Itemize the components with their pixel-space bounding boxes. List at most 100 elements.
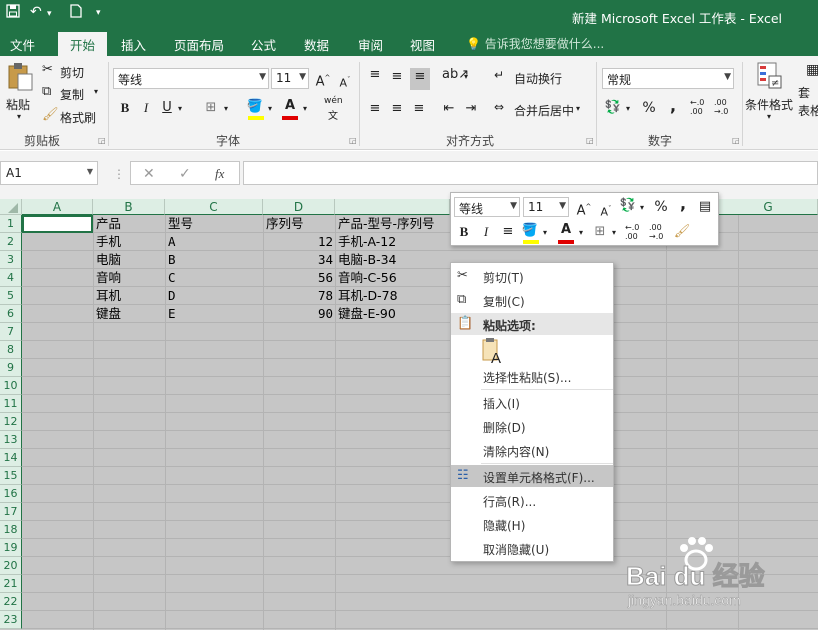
row-header-15[interactable]: 15 (0, 467, 22, 485)
column-header-g[interactable]: G (719, 199, 818, 215)
tab-insert[interactable]: 插入 (121, 35, 146, 54)
mini-grow-font-button[interactable]: A^ (575, 198, 593, 218)
mini-format-table-icon[interactable]: ▤ (696, 198, 714, 216)
name-box[interactable]: A1 ▼ (0, 161, 98, 185)
alignment-launcher-icon[interactable]: ◲ (586, 136, 594, 145)
font-name-combo[interactable]: 等线 ▼ (113, 68, 269, 89)
row-header-1[interactable]: 1 (0, 215, 22, 233)
cell-b2[interactable]: 手机 (96, 233, 121, 251)
mini-decrease-decimal-button[interactable]: .00 →.0 (649, 223, 663, 241)
menu-item-row-height[interactable]: 行高(R)... (451, 489, 613, 511)
menu-item-cut[interactable]: ✂ 剪切(T) (451, 265, 613, 287)
cell-d6[interactable]: 90 (263, 305, 333, 323)
row-header-19[interactable]: 19 (0, 539, 22, 557)
select-all-corner[interactable] (0, 199, 22, 215)
cell-c4[interactable]: C (168, 269, 176, 287)
orientation-dropdown-icon[interactable]: ▾ (464, 72, 468, 81)
cell-e2[interactable]: 手机-A-12 (338, 233, 396, 251)
conditional-format-button[interactable]: ≠ 条件格式 ▾ (745, 62, 795, 126)
merge-center-button[interactable]: ⇔ 合并后居中 ▾ (494, 100, 588, 118)
row-header-13[interactable]: 13 (0, 431, 22, 449)
accounting-dropdown-icon[interactable]: ▾ (626, 104, 630, 113)
orientation-icon[interactable]: ab↗ (442, 66, 469, 84)
mini-comma-button[interactable]: , (674, 195, 692, 213)
mini-font-size-combo[interactable]: 11 ▼ (523, 197, 569, 217)
accounting-format-icon[interactable]: 💱 (604, 99, 622, 117)
cell-c5[interactable]: D (168, 287, 176, 305)
mini-bold-button[interactable]: B (455, 223, 473, 241)
increase-decimal-button[interactable]: ←.0.00 (690, 98, 704, 116)
cell-b1[interactable]: 产品 (96, 215, 121, 233)
mini-align-center-icon[interactable]: ≡ (499, 223, 517, 241)
row-header-17[interactable]: 17 (0, 503, 22, 521)
mini-border-dropdown-icon[interactable]: ▾ (612, 228, 616, 237)
phonetic-button[interactable]: wén (324, 96, 343, 106)
decrease-indent-icon[interactable]: ⇤ (440, 100, 458, 118)
insert-function-icon[interactable]: fx (215, 166, 224, 182)
cut-button[interactable]: ✂ 剪切 (42, 62, 102, 80)
undo-icon[interactable]: ↶ (30, 4, 42, 20)
align-right-icon[interactable]: ≡ (410, 100, 428, 118)
column-header-e[interactable] (335, 199, 450, 215)
row-header-21[interactable]: 21 (0, 575, 22, 593)
table-format-button[interactable]: ▦ 套 表格 (798, 62, 818, 126)
font-color-dropdown-icon[interactable]: ▾ (303, 104, 307, 113)
row-header-10[interactable]: 10 (0, 377, 22, 395)
mini-shrink-font-button[interactable]: Aˇ (597, 200, 615, 219)
decrease-decimal-button[interactable]: .00 →.0 (714, 98, 728, 116)
menu-item-paste-special[interactable]: 选择性粘贴(S)... (451, 365, 613, 387)
cell-c2[interactable]: A (168, 233, 176, 251)
fill-dropdown-icon[interactable]: ▾ (268, 104, 272, 113)
grow-font-button[interactable]: A^ (314, 69, 332, 89)
mini-italic-button[interactable]: I (477, 223, 495, 241)
comma-button[interactable]: , (664, 97, 682, 115)
cell-d5[interactable]: 78 (263, 287, 333, 305)
tell-me-box[interactable]: 💡 告诉我您想要做什么... (466, 35, 604, 52)
align-top-icon[interactable]: ≡ (366, 66, 384, 84)
cell-d3[interactable]: 34 (263, 251, 333, 269)
row-header-7[interactable]: 7 (0, 323, 22, 341)
font-launcher-icon[interactable]: ◲ (349, 136, 357, 145)
mini-font-color-button[interactable]: A (557, 221, 575, 239)
new-file-icon[interactable] (70, 4, 82, 22)
mini-increase-decimal-button[interactable]: ←.0.00 (625, 223, 639, 241)
cell-b5[interactable]: 耳机 (96, 287, 121, 305)
percent-button[interactable]: % (640, 99, 658, 117)
row-header-16[interactable]: 16 (0, 485, 22, 503)
column-header-d[interactable]: D (263, 199, 335, 215)
enter-icon[interactable]: ✓ (179, 166, 191, 182)
menu-item-insert[interactable]: 插入(I) (451, 391, 613, 413)
tab-file[interactable]: 文件 (10, 35, 35, 54)
align-center-icon[interactable]: ≡ (388, 100, 406, 118)
row-header-9[interactable]: 9 (0, 359, 22, 377)
tab-formulas[interactable]: 公式 (251, 35, 276, 54)
row-header-2[interactable]: 2 (0, 233, 22, 251)
number-format-combo[interactable]: 常规 ▼ (602, 68, 734, 89)
align-left-icon[interactable]: ≡ (366, 100, 384, 118)
cancel-icon[interactable]: ✕ (143, 166, 155, 182)
row-header-6[interactable]: 6 (0, 305, 22, 323)
shrink-font-button[interactable]: Aˇ (336, 71, 354, 90)
fill-color-icon[interactable]: 🪣 (246, 98, 264, 116)
align-middle-icon[interactable]: ≡ (388, 68, 406, 86)
underline-dropdown-icon[interactable]: ▾ (178, 104, 182, 113)
cell-b4[interactable]: 音响 (96, 269, 121, 287)
mini-percent-button[interactable]: % (652, 198, 670, 216)
mini-paintbrush-icon[interactable]: 🖌 (673, 223, 691, 241)
menu-item-format-cells[interactable]: ☷ 设置单元格格式(F)... (451, 465, 613, 487)
mini-fill-color-icon[interactable]: 🪣 (521, 222, 539, 240)
row-header-22[interactable]: 22 (0, 593, 22, 611)
save-icon[interactable] (6, 4, 20, 22)
cell-e4[interactable]: 音响-C-56 (338, 269, 397, 287)
cell-d4[interactable]: 56 (263, 269, 333, 287)
cell-c1[interactable]: 型号 (168, 215, 193, 233)
menu-item-hide[interactable]: 隐藏(H) (451, 513, 613, 535)
mini-font-name-combo[interactable]: 等线 ▼ (454, 197, 520, 217)
mini-fill-dropdown-icon[interactable]: ▾ (543, 228, 547, 237)
underline-button[interactable]: U (158, 99, 176, 117)
row-header-3[interactable]: 3 (0, 251, 22, 269)
column-header-a[interactable]: A (22, 199, 93, 215)
cell-e3[interactable]: 电脑-B-34 (338, 251, 397, 269)
cell-b6[interactable]: 键盘 (96, 305, 121, 323)
clipboard-launcher-icon[interactable]: ◲ (98, 136, 106, 145)
